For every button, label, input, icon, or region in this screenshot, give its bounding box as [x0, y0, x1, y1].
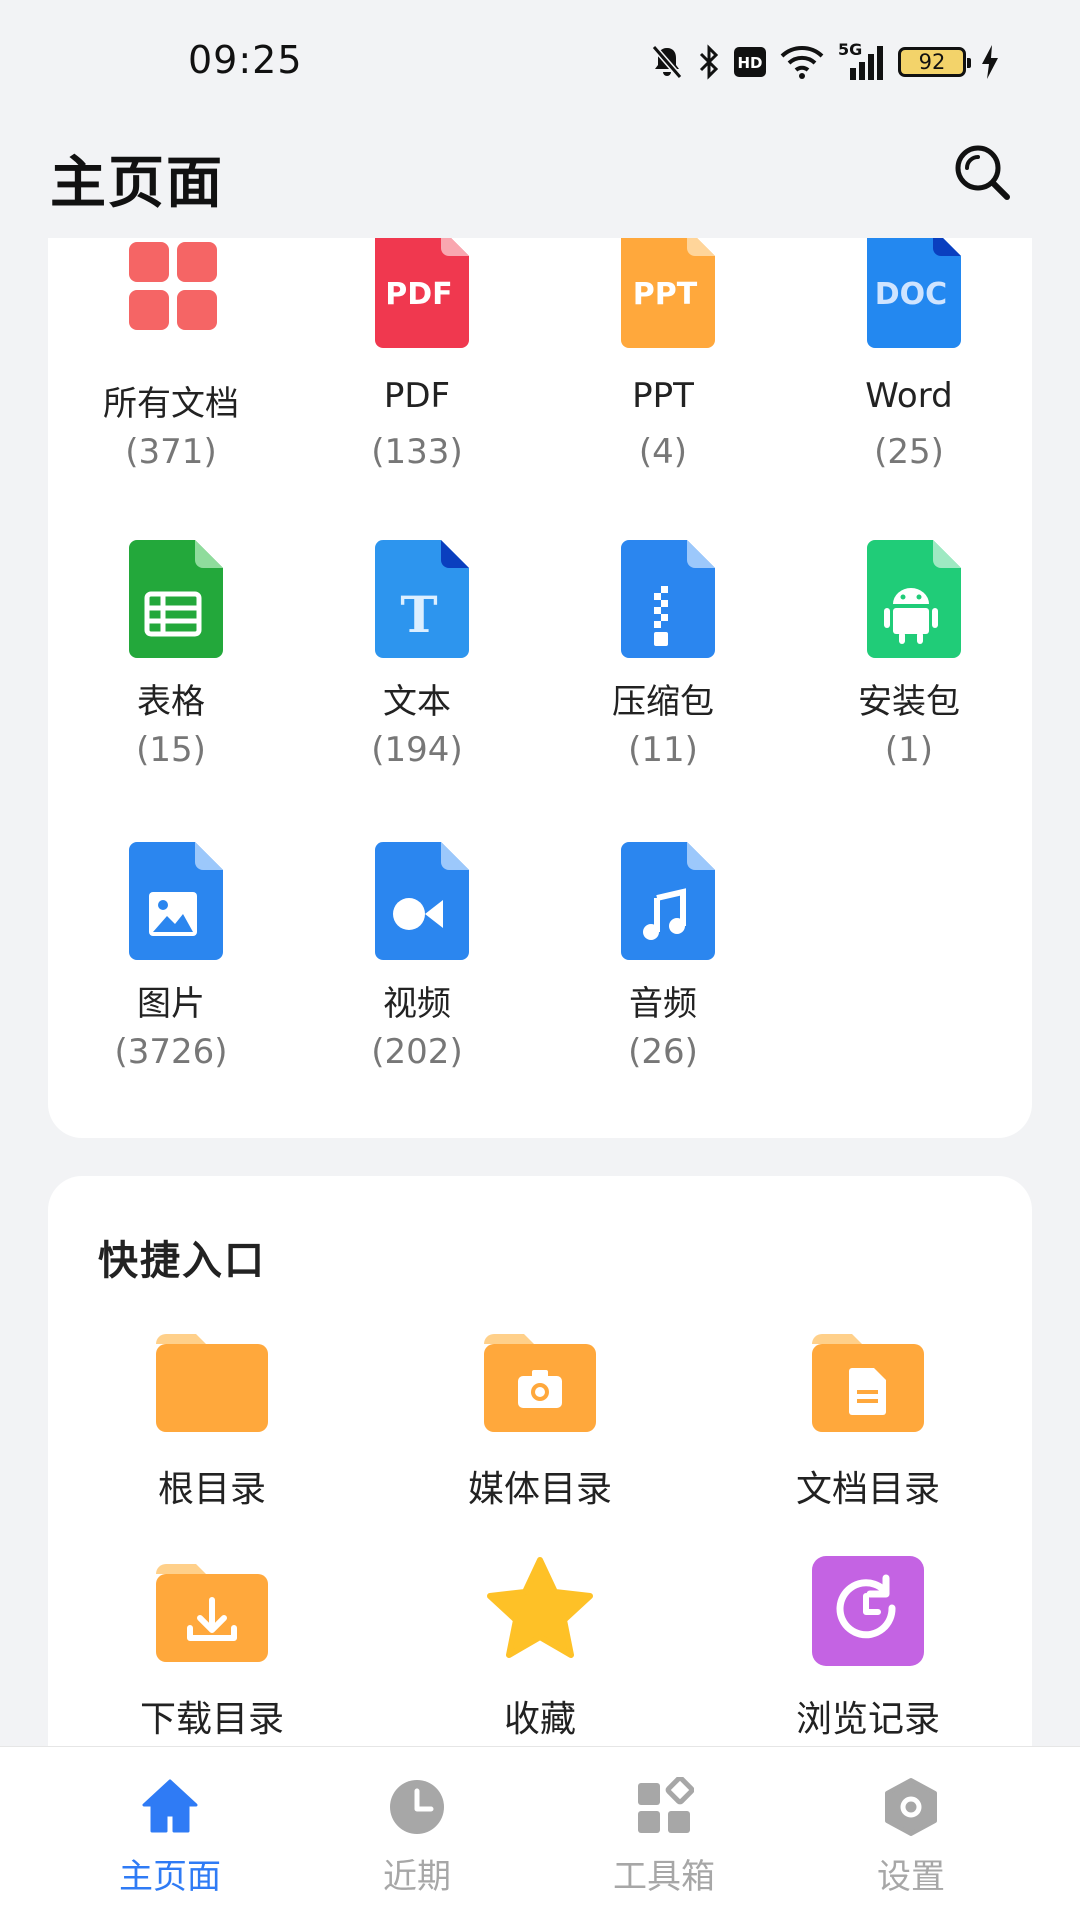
file-type-count: (25) [874, 432, 944, 472]
nav-label: 工具箱 [613, 1857, 715, 1897]
hd-icon: HD [734, 47, 766, 77]
status-icons: HD 5G 92 [650, 40, 1000, 84]
file-type-zip[interactable]: 压缩包 (11) [540, 536, 786, 796]
file-type-audio[interactable]: 音频 (26) [540, 838, 786, 1098]
battery-level: 92 [918, 50, 946, 74]
battery-icon: 92 [898, 47, 971, 77]
quick-item-label: 根目录 [157, 1469, 266, 1510]
quick-item-label: 文档目录 [795, 1469, 940, 1510]
text-icon-glyph: T [400, 585, 437, 644]
nav-toolbox[interactable]: 工具箱 [529, 1747, 799, 1920]
home-icon [142, 1779, 198, 1833]
nav-recent[interactable]: 近期 [282, 1747, 552, 1920]
quick-item-downloads[interactable]: 下载目录 [48, 1556, 376, 1756]
file-type-label: 图片 [137, 984, 205, 1024]
search-button[interactable] [950, 140, 1014, 204]
status-time: 09:25 [188, 38, 303, 82]
nav-label: 主页面 [119, 1857, 221, 1897]
text-icon: T [375, 540, 469, 658]
media-folder-icon [484, 1334, 596, 1432]
file-type-count: (26) [628, 1032, 698, 1072]
word-icon: DOC [867, 238, 961, 348]
file-type-ppt[interactable]: PPT PPT (4) [540, 238, 786, 498]
file-type-label: PDF [383, 376, 451, 416]
file-type-apk[interactable]: 安装包 (1) [786, 536, 1032, 796]
image-icon [129, 842, 223, 960]
quick-item-root[interactable]: 根目录 [48, 1326, 376, 1526]
file-type-all-docs[interactable]: 所有文档 (371) [48, 238, 294, 498]
bottom-nav: 主页面 近期 工具箱 设置 [0, 1746, 1080, 1920]
file-type-count: (202) [371, 1032, 463, 1072]
charging-icon [982, 45, 998, 79]
all-docs-icon [129, 242, 217, 330]
file-types-card: 所有文档 (371) PDF PDF (133) PPT PPT (4) DOC… [48, 238, 1032, 1138]
file-type-label: 视频 [383, 984, 451, 1024]
file-type-count: (15) [136, 730, 206, 770]
nav-settings[interactable]: 设置 [776, 1747, 1046, 1920]
file-type-label: PPT [632, 376, 694, 416]
quick-item-history[interactable]: 浏览记录 [704, 1556, 1032, 1756]
file-type-video[interactable]: 视频 (202) [294, 838, 540, 1098]
quick-item-favorites[interactable]: 收藏 [376, 1556, 704, 1756]
file-type-count: (1) [884, 730, 934, 770]
history-icon [812, 1556, 924, 1666]
file-type-count: (11) [628, 730, 698, 770]
document-folder-icon [812, 1334, 924, 1432]
zip-icon [621, 540, 715, 658]
pdf-icon-text: PDF [385, 277, 452, 312]
nav-home[interactable]: 主页面 [35, 1747, 305, 1920]
bluetooth-icon [699, 44, 719, 80]
quick-item-label: 下载目录 [139, 1699, 284, 1740]
ppt-icon-text: PPT [633, 277, 698, 312]
bell-off-icon [651, 45, 683, 79]
file-type-count: (371) [125, 432, 217, 472]
file-type-count: (3726) [114, 1032, 228, 1072]
file-type-text[interactable]: T 文本 (194) [294, 536, 540, 796]
quick-access-title: 快捷入口 [98, 1238, 266, 1284]
settings-icon [885, 1778, 937, 1836]
header: 主页面 [0, 120, 1080, 238]
file-type-image[interactable]: 图片 (3726) [48, 838, 294, 1098]
nav-label: 设置 [877, 1857, 945, 1897]
star-icon [487, 1557, 593, 1658]
ppt-icon: PPT [621, 238, 715, 348]
file-type-label: 文本 [383, 682, 451, 722]
audio-icon [621, 842, 715, 960]
file-type-label: 表格 [137, 682, 205, 722]
file-type-label: 安装包 [858, 682, 960, 722]
apk-icon [867, 540, 961, 658]
clock-icon [390, 1780, 444, 1834]
toolbox-icon [638, 1777, 694, 1833]
hd-text: HD [737, 54, 762, 72]
file-type-pdf[interactable]: PDF PDF (133) [294, 238, 540, 498]
quick-item-documents[interactable]: 文档目录 [704, 1326, 1032, 1526]
page-title: 主页面 [50, 151, 224, 216]
folder-icon [156, 1334, 268, 1432]
file-type-label: Word [865, 376, 953, 416]
spreadsheet-icon [129, 540, 223, 658]
nav-label: 近期 [383, 1857, 451, 1897]
pdf-icon: PDF [375, 238, 469, 348]
word-icon-text: DOC [875, 277, 947, 312]
quick-item-label: 浏览记录 [795, 1699, 940, 1740]
file-type-label: 所有文档 [103, 384, 239, 424]
file-type-label: 音频 [629, 984, 697, 1024]
download-folder-icon [156, 1564, 268, 1662]
file-type-label: 压缩包 [612, 682, 714, 722]
file-type-word[interactable]: DOC Word (25) [786, 238, 1032, 498]
file-type-count: (194) [371, 730, 463, 770]
search-icon [955, 145, 1010, 200]
wifi-icon [780, 46, 824, 79]
quick-item-label: 收藏 [503, 1699, 576, 1740]
file-type-count: (4) [638, 432, 688, 472]
video-icon [375, 842, 469, 960]
quick-item-media[interactable]: 媒体目录 [376, 1326, 704, 1526]
status-bar: 09:25 HD 5G 92 [0, 0, 1080, 120]
signal-icon: 5G [838, 40, 884, 80]
quick-access-card: 快捷入口 根目录 媒体目录 文档目录 下载目录 收藏 浏览记录 [48, 1176, 1032, 1776]
file-type-count: (133) [371, 432, 463, 472]
file-type-spreadsheet[interactable]: 表格 (15) [48, 536, 294, 796]
quick-item-label: 媒体目录 [467, 1469, 612, 1510]
